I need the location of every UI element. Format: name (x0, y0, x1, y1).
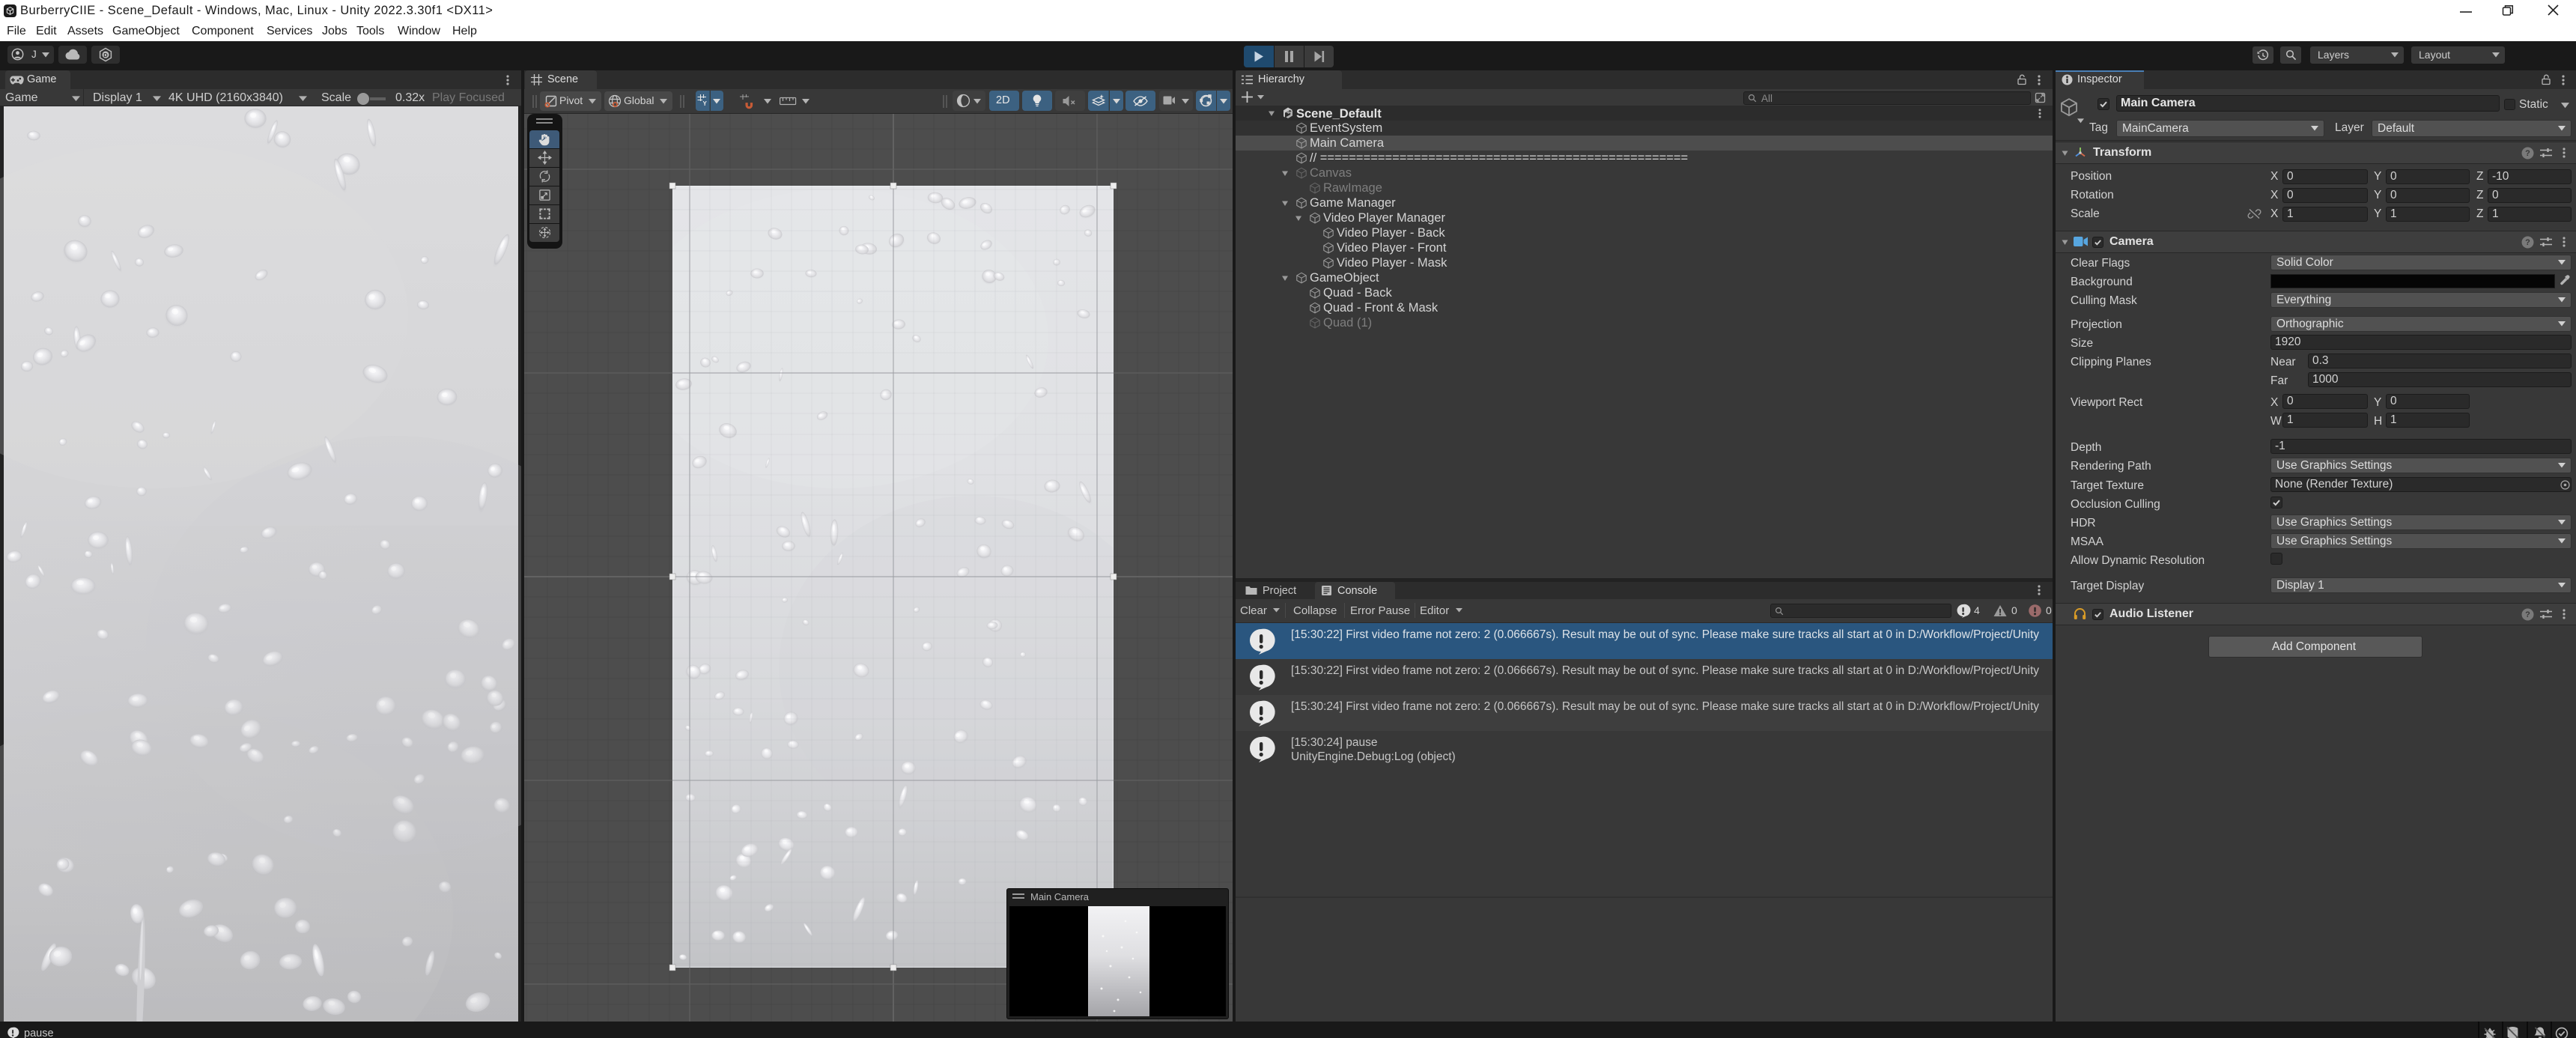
svg-text:?: ? (2525, 610, 2530, 619)
svg-text:Y: Y (703, 100, 708, 107)
svg-text:D: D (103, 52, 108, 58)
svg-text:?: ? (2525, 149, 2530, 158)
svg-text:?: ? (2525, 238, 2530, 247)
